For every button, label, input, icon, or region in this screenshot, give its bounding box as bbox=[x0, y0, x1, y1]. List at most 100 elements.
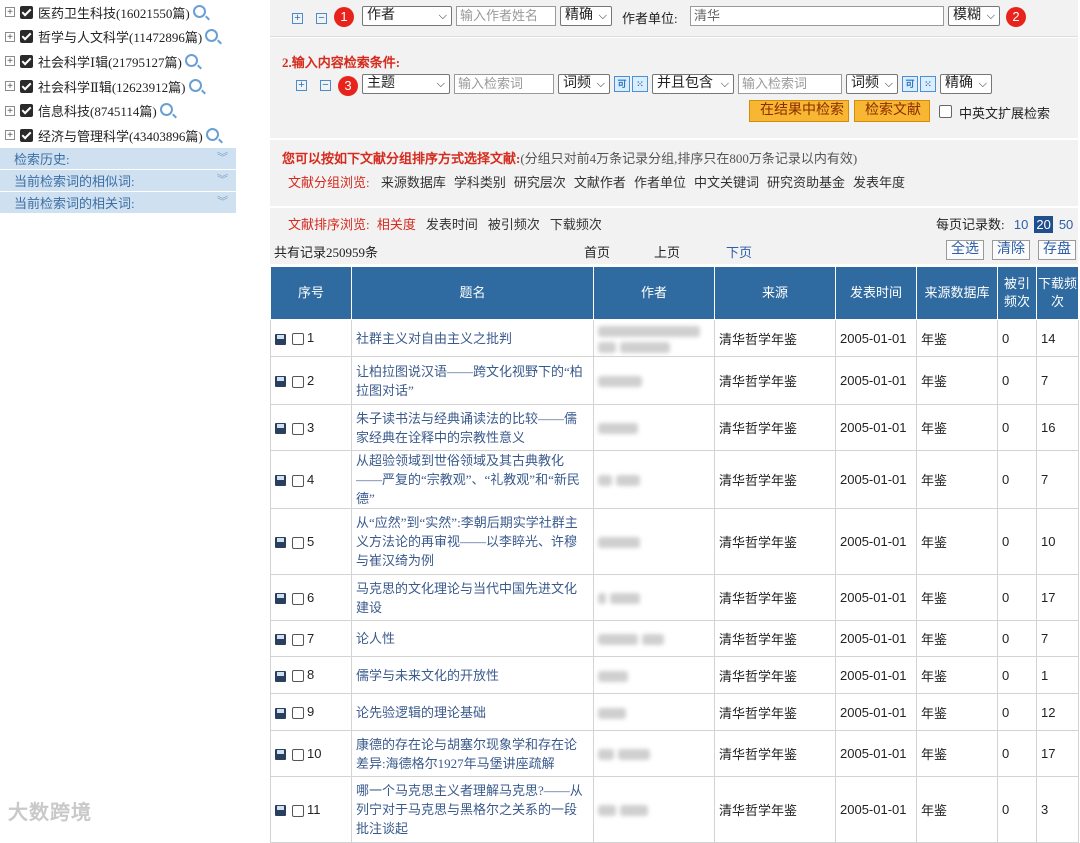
search-icon[interactable] bbox=[205, 127, 219, 141]
next-page-link[interactable]: 下页 bbox=[726, 242, 752, 261]
category-item[interactable]: + 医药卫生科技(16021550篇) bbox=[0, 0, 236, 25]
title-cell[interactable]: 社群主义对自由主义之批判 bbox=[351, 319, 594, 357]
column-header[interactable]: 被引频次 bbox=[997, 266, 1037, 320]
clear-button[interactable]: 清除 bbox=[992, 240, 1030, 260]
title-link[interactable]: 从超验领域到世俗领域及其古典教化——严复的“宗教观”、“礼教观”和“新民德” bbox=[356, 453, 580, 506]
title-cell[interactable]: 让柏拉图说汉语——跨文化视野下的“柏拉图对话” bbox=[351, 356, 594, 405]
save-button[interactable]: 存盘 bbox=[1038, 240, 1076, 260]
title-cell[interactable]: 朱子读书法与经典诵读法的比较——儒家经典在诠释中的宗教性意义 bbox=[351, 404, 594, 451]
per-page-option[interactable]: 50 bbox=[1057, 216, 1075, 233]
search-literature-button[interactable]: 检索文献 bbox=[854, 100, 930, 122]
table-row[interactable]: 11 哪一个马克思主义者理解马克思?——从列宁对于马克思与黑格尔之关系的一段批注谈… bbox=[270, 776, 1079, 843]
double-chevron-down-icon[interactable]: ︾ bbox=[217, 196, 228, 207]
group-link[interactable]: 来源数据库 bbox=[381, 175, 446, 190]
title-cell[interactable]: 从“应然”到“实然”:李朝后期实学社群主义方法论的再审视——以李睟光、许穆与崔汉… bbox=[351, 508, 594, 575]
category-item[interactable]: + 哲学与人文科学(11472896篇) bbox=[0, 25, 236, 50]
synonym-expand-icon[interactable]: 可 bbox=[614, 76, 630, 92]
title-link[interactable]: 马克思的文化理论与当代中国先进文化建设 bbox=[356, 581, 577, 615]
author-field-select[interactable]: 作者 ⌵ bbox=[362, 6, 452, 26]
sidebar-section[interactable]: 当前检索词的相关词: ︾ bbox=[0, 191, 236, 214]
title-link[interactable]: 让柏拉图说汉语——跨文化视野下的“柏拉图对话” bbox=[356, 364, 583, 398]
title-link[interactable]: 康德的存在论与胡塞尔现象学和存在论差异:海德格尔1927年马堡讲座疏解 bbox=[356, 737, 577, 771]
column-header[interactable]: 作者 bbox=[593, 266, 715, 320]
table-row[interactable]: 6 马克思的文化理论与当代中国先进文化建设 清华哲学年鉴 2005-01-01 年鉴 0 1… bbox=[270, 574, 1079, 621]
expand-icon[interactable]: + bbox=[5, 105, 15, 116]
save-icon[interactable] bbox=[275, 333, 286, 345]
sort-option[interactable]: 相关度 bbox=[377, 217, 416, 232]
group-link[interactable]: 学科类别 bbox=[454, 175, 506, 190]
category-item[interactable]: + 社会科学Ⅱ辑(12623912篇) bbox=[0, 74, 236, 99]
category-item[interactable]: + 社会科学Ⅰ辑(21795127篇) bbox=[0, 49, 236, 74]
synonym-expand-icon[interactable]: 可 bbox=[902, 76, 918, 92]
group-link[interactable]: 作者单位 bbox=[634, 175, 686, 190]
category-item[interactable]: + 经济与管理科学(43403896篇) bbox=[0, 123, 236, 148]
row-checkbox[interactable] bbox=[292, 375, 304, 388]
title-link[interactable]: 论先验逻辑的理论基础 bbox=[356, 705, 486, 720]
sort-option[interactable]: 下载频次 bbox=[550, 217, 602, 232]
save-icon[interactable] bbox=[275, 537, 286, 549]
row-checkbox[interactable] bbox=[292, 804, 304, 817]
per-page-option[interactable]: 20 bbox=[1034, 216, 1053, 233]
title-link[interactable]: 朱子读书法与经典诵读法的比较——儒家经典在诠释中的宗教性意义 bbox=[356, 411, 577, 445]
row-checkbox[interactable] bbox=[292, 474, 304, 487]
table-row[interactable]: 8 儒学与未来文化的开放性 清华哲学年鉴 2005-01-01 年鉴 0 1 bbox=[270, 656, 1079, 694]
title-link[interactable]: 哪一个马克思主义者理解马克思?——从列宁对于马克思与黑格尔之关系的一段批注谈起 bbox=[356, 783, 583, 836]
content-field-select[interactable]: 主题 ⌵ bbox=[362, 74, 450, 94]
table-row[interactable]: 2 让柏拉图说汉语——跨文化视野下的“柏拉图对话” 清华哲学年鉴 2005-01-01… bbox=[270, 356, 1079, 405]
column-header[interactable]: 发表时间 bbox=[835, 266, 917, 320]
remove-row-icon[interactable]: − bbox=[316, 13, 327, 24]
table-row[interactable]: 4 从超验领域到世俗领域及其古典教化——严复的“宗教观”、“礼教观”和“新民德” 清… bbox=[270, 450, 1079, 509]
row-checkbox[interactable] bbox=[292, 536, 304, 549]
expand-icon[interactable]: + bbox=[5, 56, 15, 67]
expand-icon[interactable]: + bbox=[5, 7, 15, 18]
search-icon[interactable] bbox=[188, 78, 202, 92]
expand-icon[interactable]: + bbox=[5, 31, 15, 42]
table-row[interactable]: 1 社群主义对自由主义之批判 清华哲学年鉴 2005-01-01 年鉴 0 14 bbox=[270, 319, 1079, 357]
group-link[interactable]: 研究资助基金 bbox=[767, 175, 845, 190]
row-checkbox[interactable] bbox=[292, 333, 304, 346]
add-row-icon[interactable]: + bbox=[292, 13, 303, 24]
column-header[interactable]: 来源 bbox=[714, 266, 836, 320]
sort-option[interactable]: 发表时间 bbox=[426, 217, 478, 232]
title-cell[interactable]: 从超验领域到世俗领域及其古典教化——严复的“宗教观”、“礼教观”和“新民德” bbox=[351, 450, 594, 509]
save-icon[interactable] bbox=[275, 423, 286, 435]
select-all-button[interactable]: 全选 bbox=[946, 240, 984, 260]
category-checkbox[interactable] bbox=[20, 128, 33, 142]
table-row[interactable]: 10 康德的存在论与胡塞尔现象学和存在论差异:海德格尔1927年马堡讲座疏解 清华哲… bbox=[270, 730, 1079, 777]
sidebar-section[interactable]: 检索历史: ︾ bbox=[0, 147, 236, 170]
save-icon[interactable] bbox=[275, 707, 286, 719]
row-checkbox[interactable] bbox=[292, 633, 304, 646]
content-match-select[interactable]: 精确 ⌵ bbox=[940, 74, 992, 94]
title-cell[interactable]: 论人性 bbox=[351, 620, 594, 657]
category-checkbox[interactable] bbox=[20, 54, 33, 68]
title-link[interactable]: 从“应然”到“实然”:李朝后期实学社群主义方法论的再审视——以李睟光、许穆与崔汉… bbox=[356, 515, 578, 568]
title-cell[interactable]: 论先验逻辑的理论基础 bbox=[351, 693, 594, 731]
search-icon[interactable] bbox=[159, 103, 173, 117]
group-link[interactable]: 文献作者 bbox=[574, 175, 626, 190]
search-icon[interactable] bbox=[184, 53, 198, 67]
row-checkbox[interactable] bbox=[292, 748, 304, 761]
first-page-link[interactable]: 首页 bbox=[584, 242, 610, 261]
author-match-select[interactable]: 精确 ⌵ bbox=[560, 6, 612, 26]
double-chevron-down-icon[interactable]: ︾ bbox=[217, 152, 228, 163]
save-icon[interactable] bbox=[275, 805, 286, 817]
title-link[interactable]: 社群主义对自由主义之批判 bbox=[356, 331, 512, 346]
table-row[interactable]: 9 论先验逻辑的理论基础 清华哲学年鉴 2005-01-01 年鉴 0 12 bbox=[270, 693, 1079, 731]
expand-icon[interactable]: + bbox=[5, 130, 15, 141]
category-checkbox[interactable] bbox=[20, 5, 33, 19]
expand-icon[interactable]: + bbox=[5, 81, 15, 92]
table-row[interactable]: 5 从“应然”到“实然”:李朝后期实学社群主义方法论的再审视——以李睟光、许穆与崔… bbox=[270, 508, 1079, 575]
category-checkbox[interactable] bbox=[20, 79, 33, 93]
group-link[interactable]: 发表年度 bbox=[853, 175, 905, 190]
prev-page-link[interactable]: 上页 bbox=[654, 242, 680, 261]
category-item[interactable]: + 信息科技(8745114篇) bbox=[0, 98, 236, 123]
search-icon[interactable] bbox=[205, 29, 219, 43]
save-icon[interactable] bbox=[275, 376, 286, 388]
column-header[interactable]: 来源数据库 bbox=[916, 266, 998, 320]
title-cell[interactable]: 康德的存在论与胡塞尔现象学和存在论差异:海德格尔1927年马堡讲座疏解 bbox=[351, 730, 594, 777]
row-checkbox[interactable] bbox=[292, 592, 304, 605]
title-link[interactable]: 儒学与未来文化的开放性 bbox=[356, 668, 499, 683]
expand-search-checkbox[interactable] bbox=[939, 105, 952, 118]
related-words-icon[interactable]: ⁙ bbox=[632, 76, 648, 92]
author-unit-input[interactable]: 清华 bbox=[690, 6, 944, 26]
